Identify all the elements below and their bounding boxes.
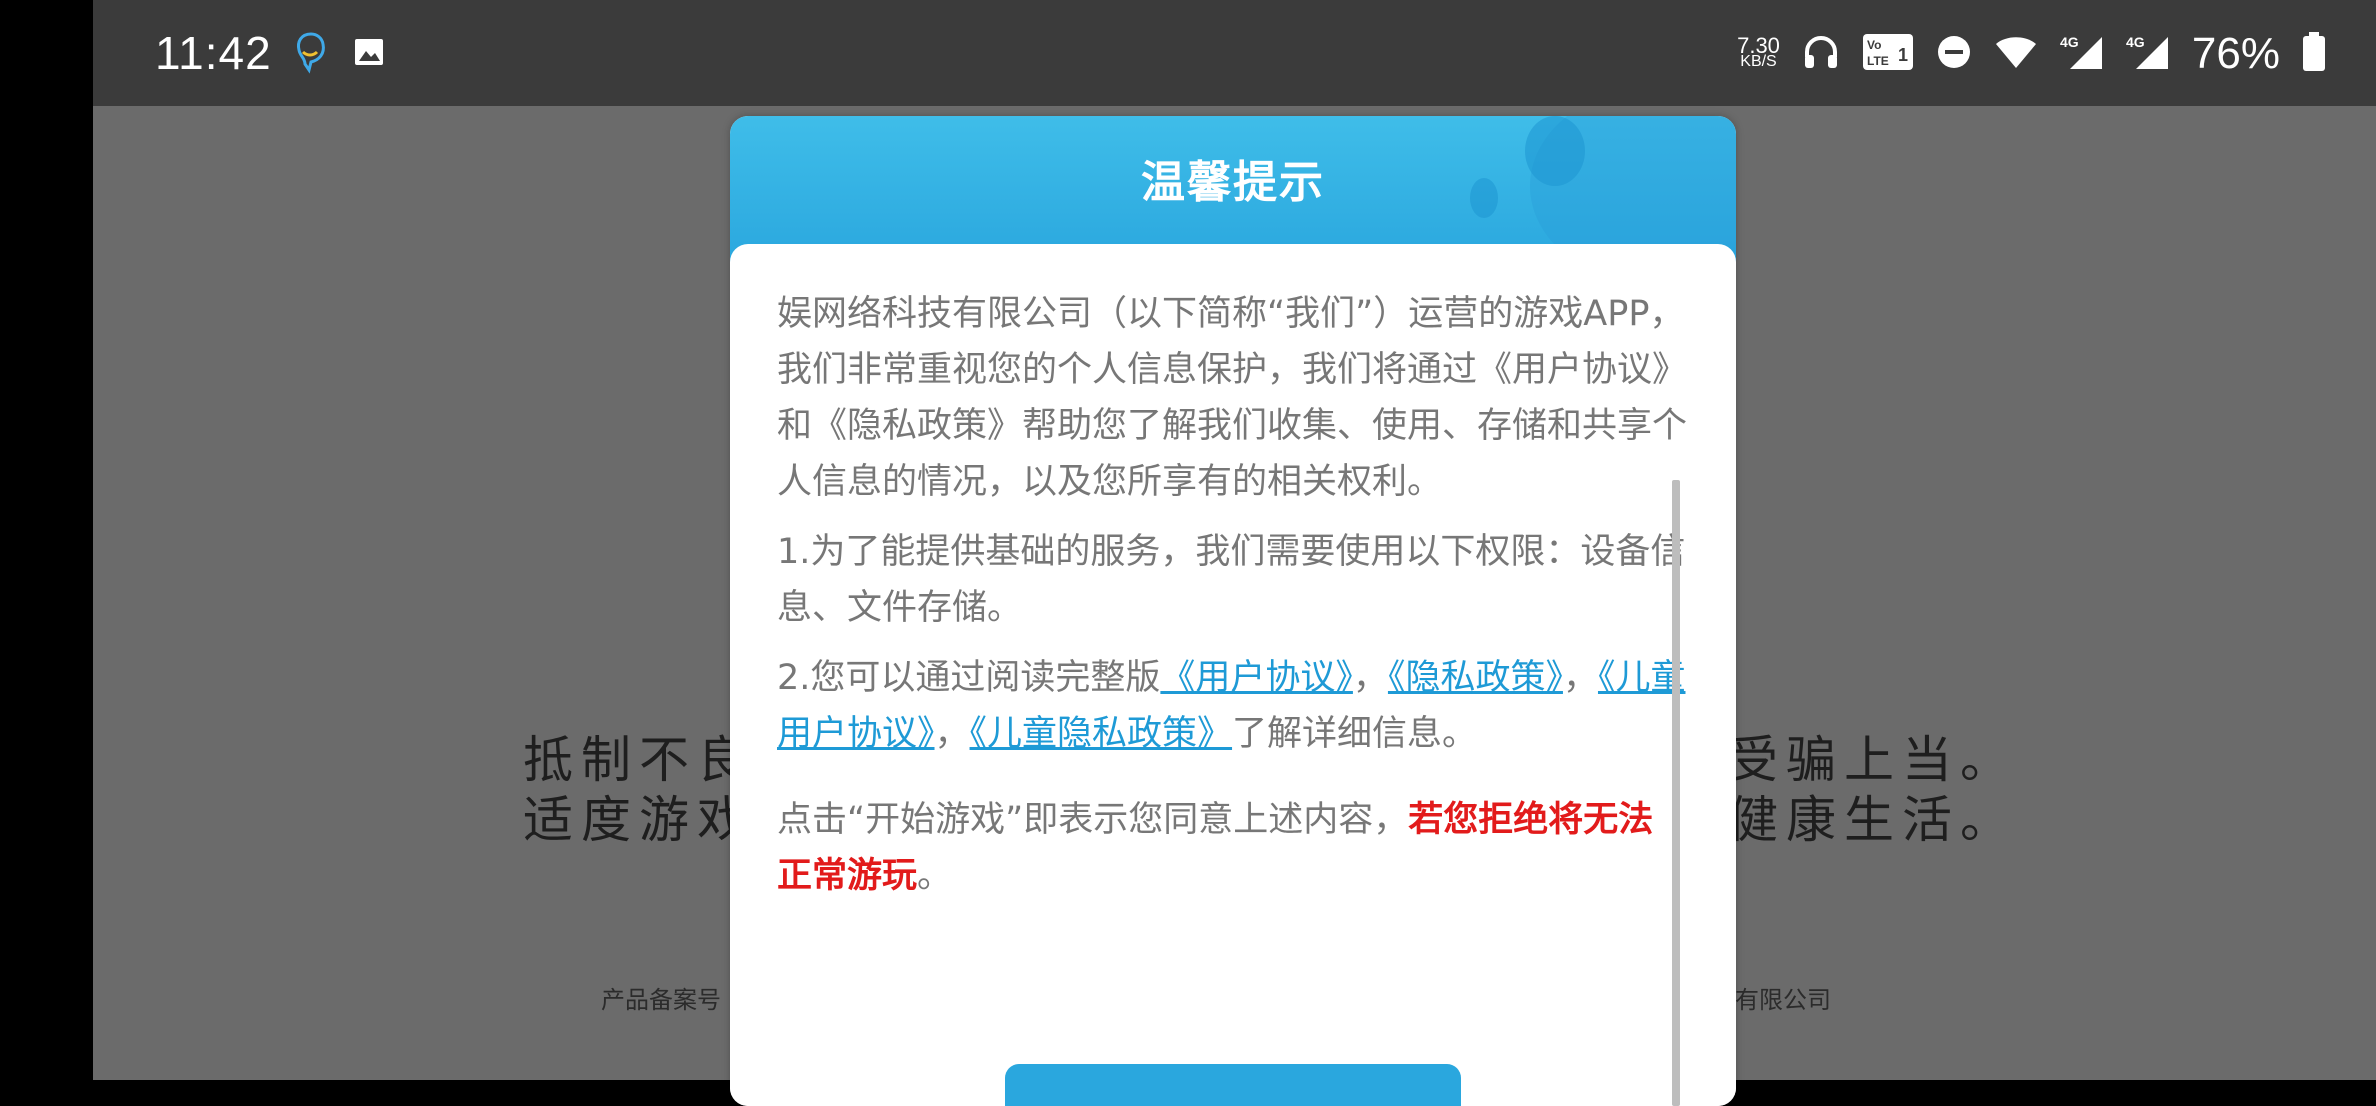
status-icons: 7.30 KB/S Vo LTE 1 4G 4G 76% [1737, 26, 2326, 82]
headphones-icon [1802, 33, 1840, 75]
wifi-icon [1994, 34, 2038, 74]
dialog-content: 娱网络科技有限公司（以下简称“我们”）运营的游戏APP，我们非常重视您的个人信息… [777, 286, 1687, 918]
clock: 11:42 [155, 27, 272, 79]
volte-icon: Vo LTE 1 [1862, 33, 1914, 75]
image-notification-icon [353, 30, 385, 74]
network-speed: 7.30 KB/S [1737, 33, 1780, 70]
battery-icon [2302, 32, 2326, 76]
signal-4g-icon: 4G [2060, 33, 2104, 75]
battery-percentage: 76% [2191, 29, 2280, 78]
svg-text:Vo: Vo [1867, 38, 1881, 52]
svg-text:4G: 4G [2060, 34, 2079, 50]
left-black-bar [0, 0, 93, 1080]
bg-footer-right: 有限公司 [1735, 986, 1831, 1014]
privacy-policy-link[interactable]: 《隐私政策》 [1388, 658, 1563, 698]
signal-4g-icon: 4G [2126, 33, 2170, 75]
privacy-dialog: 温馨提示 娱网络科技有限公司（以下简称“我们”）运营的游戏APP，我们非常重视您… [730, 116, 1736, 1106]
consent-paragraph: 点击“开始游戏”即表示您同意上述内容，若您拒绝将无法正常游玩。 [777, 800, 1654, 896]
permission-paragraph: 1.为了能提供基础的服务，我们需要使用以下权限：设备信息、文件存储。 [777, 532, 1686, 628]
dialog-body: 娱网络科技有限公司（以下简称“我们”）运营的游戏APP，我们非常重视您的个人信息… [730, 244, 1736, 1106]
bg-warning-right: 受骗上当。 健康生活。 [1728, 731, 2018, 849]
svg-text:LTE: LTE [1867, 54, 1889, 68]
start-game-button[interactable] [1005, 1064, 1461, 1106]
content-scrollbar[interactable] [1672, 480, 1680, 1106]
svg-text:1: 1 [1898, 45, 1908, 65]
svg-text:4G: 4G [2126, 34, 2145, 50]
user-agreement-link[interactable]: 《用户协议》 [1160, 658, 1353, 698]
bg-footer-left: 产品备案号 [601, 986, 721, 1014]
agreements-paragraph: 2.您可以通过阅读完整版《用户协议》，《隐私政策》，《儿童用户协议》，《儿童隐私… [777, 658, 1686, 754]
bg-warning-left: 抵制不良 适度游戏 [523, 731, 755, 849]
intro-paragraph: 娱网络科技有限公司（以下简称“我们”）运营的游戏APP，我们非常重视您的个人信息… [777, 294, 1688, 502]
dnd-icon [1936, 34, 1972, 74]
dialog-title: 温馨提示 [1141, 157, 1325, 208]
child-privacy-policy-link[interactable]: 《儿童隐私政策》 [970, 714, 1233, 754]
status-bar: 11:42 7.30 KB/S Vo LTE 1 4G 4G 76% [93, 0, 2376, 106]
chat-notification-icon [293, 30, 329, 74]
